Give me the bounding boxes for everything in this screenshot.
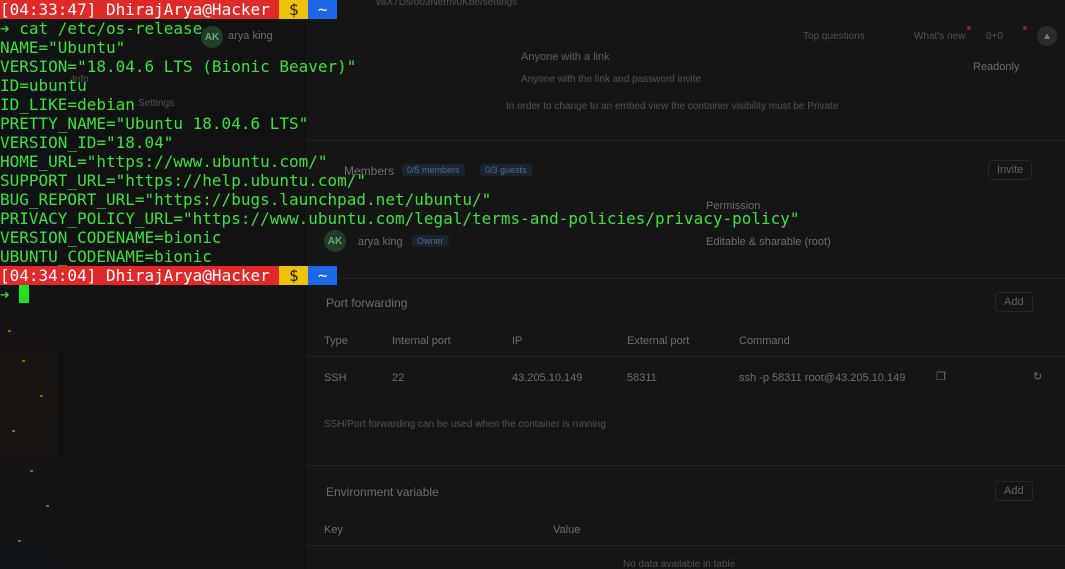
refresh-icon[interactable]: ↻ xyxy=(1033,370,1042,383)
prompt-dir-seg: ~ xyxy=(308,0,338,19)
prompt-dir: ~ xyxy=(317,266,328,285)
output-line: VERSION="18.04.6 LTS (Bionic Beaver)" xyxy=(0,57,357,76)
prompt-line-1: [04:33:47] DhirajArya@Hacker $ ~ xyxy=(0,0,1065,19)
output-line: SUPPORT_URL="https://help.ubuntu.com/" xyxy=(0,171,367,190)
output-line: PRIVACY_POLICY_URL="https://www.ubuntu.c… xyxy=(0,209,800,228)
input-line[interactable]: ➔ xyxy=(0,285,1065,304)
prompt-dir: ~ xyxy=(317,0,328,19)
prompt-time-user: [04:34:04] DhirajArya@Hacker xyxy=(0,266,280,285)
prompt-symbol-seg: $ xyxy=(279,0,309,19)
port-row-ip: 43.205.10.149 xyxy=(512,372,583,384)
prompt-dir-seg: ~ xyxy=(308,266,338,285)
prompt-time-user: [04:33:47] DhirajArya@Hacker xyxy=(0,0,280,19)
port-row-internal: 22 xyxy=(392,372,405,384)
env-header-key: Key xyxy=(324,524,343,536)
copy-icon[interactable]: ❐ xyxy=(936,370,946,383)
command-line: ➔ cat /etc/os-release xyxy=(0,19,203,38)
output-line: PRETTY_NAME="Ubuntu 18.04.6 LTS" xyxy=(0,114,309,133)
output-line: UBUNTU_CODENAME=bionic xyxy=(0,247,212,266)
output-line: VERSION_ID="18.04" xyxy=(0,133,174,152)
divider xyxy=(306,356,1065,357)
env-title[interactable]: Environment variable xyxy=(326,485,439,499)
divider xyxy=(306,545,1065,546)
port-header-ip: IP xyxy=(512,335,523,347)
output-line: VERSION_CODENAME=bionic xyxy=(0,228,222,247)
terminal[interactable]: [04:33:47] DhirajArya@Hacker $ ~ ➔ cat /… xyxy=(0,0,1065,304)
prompt-symbol-seg: $ xyxy=(279,266,309,285)
prompt-user-host: DhirajArya@Hacker xyxy=(105,266,270,285)
port-header-command: Command xyxy=(739,335,790,347)
prompt-symbol: $ xyxy=(289,0,299,19)
prompt-time: [04:33:47] xyxy=(0,0,97,19)
output-line: NAME="Ubuntu" xyxy=(0,38,126,57)
prompt-symbol: $ xyxy=(289,266,299,285)
prompt-user-host: DhirajArya@Hacker xyxy=(105,0,270,19)
prompt-time: [04:34:04] xyxy=(0,266,97,285)
divider xyxy=(306,465,1065,466)
port-header-external: External port xyxy=(627,335,690,347)
port-note: SSH/Port forwarding can be used when the… xyxy=(324,419,606,430)
env-empty-text: No data available in table xyxy=(623,559,736,569)
port-row-type: SSH xyxy=(324,372,347,384)
output-line: ID=ubuntu xyxy=(0,76,87,95)
terminal-cursor xyxy=(19,285,30,303)
port-header-type: Type xyxy=(324,335,348,347)
port-header-internal: Internal port xyxy=(392,335,451,347)
prompt-arrow-icon: ➔ xyxy=(0,285,10,304)
prompt-line-2: [04:34:04] DhirajArya@Hacker $ ~ xyxy=(0,266,1065,285)
output-line: HOME_URL="https://www.ubuntu.com/" xyxy=(0,152,328,171)
env-header-value: Value xyxy=(553,524,581,536)
port-row-command: ssh -p 58311 root@43.205.10.149 xyxy=(739,372,906,384)
add-env-button[interactable]: Add xyxy=(995,481,1033,501)
output-line: ID_LIKE=debian xyxy=(0,95,135,114)
output-line: BUG_REPORT_URL="https://bugs.launchpad.n… xyxy=(0,190,492,209)
port-row-external: 58311 xyxy=(627,372,657,384)
